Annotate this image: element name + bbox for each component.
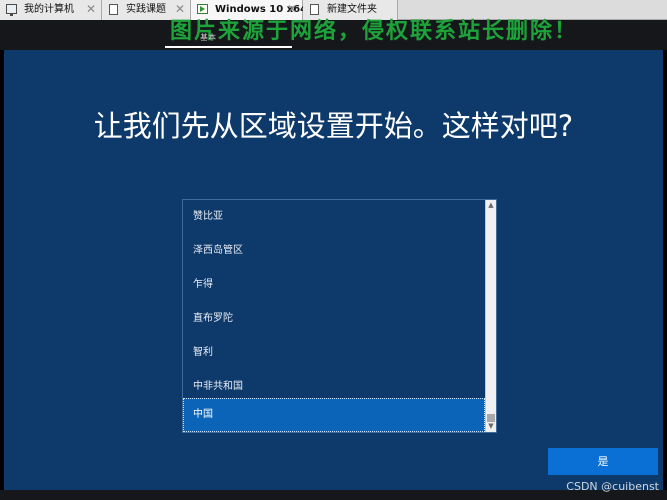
page-title: 让我们先从区域设置开始。这样对吧? bbox=[93, 109, 574, 143]
list-item-zambia[interactable]: 赞比亚 bbox=[183, 200, 485, 234]
tab-my-computer[interactable]: 我的计算机 ✕ bbox=[0, 0, 102, 20]
yes-button[interactable]: 是 bbox=[548, 448, 658, 475]
list-item-chad[interactable]: 乍得 bbox=[183, 268, 485, 302]
setup-step-label: 基本 bbox=[200, 33, 216, 42]
list-item-gibraltar[interactable]: 直布罗陀 bbox=[183, 302, 485, 336]
list-item-chile[interactable]: 智利 bbox=[183, 336, 485, 370]
document-icon bbox=[109, 4, 118, 15]
list-scrollbar[interactable]: ▲ ▼ bbox=[485, 200, 496, 432]
region-list[interactable]: 赞比亚 泽西岛管区 乍得 直布罗陀 智利 中非共和国 中国 ▲ ▼ bbox=[182, 199, 497, 433]
computer-icon bbox=[6, 4, 17, 16]
scroll-up-icon[interactable]: ▲ bbox=[486, 200, 496, 211]
tab-label: 实践课题 bbox=[126, 4, 166, 15]
close-icon[interactable]: ✕ bbox=[86, 0, 96, 19]
tab-label: 我的计算机 bbox=[24, 4, 74, 15]
list-item-jersey[interactable]: 泽西岛管区 bbox=[183, 234, 485, 268]
list-item-china[interactable]: 中国 bbox=[183, 398, 485, 432]
credit-watermark: CSDN @cuibenst bbox=[566, 480, 659, 493]
scroll-down-icon[interactable]: ▼ bbox=[486, 421, 496, 432]
watermark: 图片来源于网络，侵权联系站长删除！ bbox=[170, 19, 579, 44]
step-indicator bbox=[165, 46, 292, 48]
